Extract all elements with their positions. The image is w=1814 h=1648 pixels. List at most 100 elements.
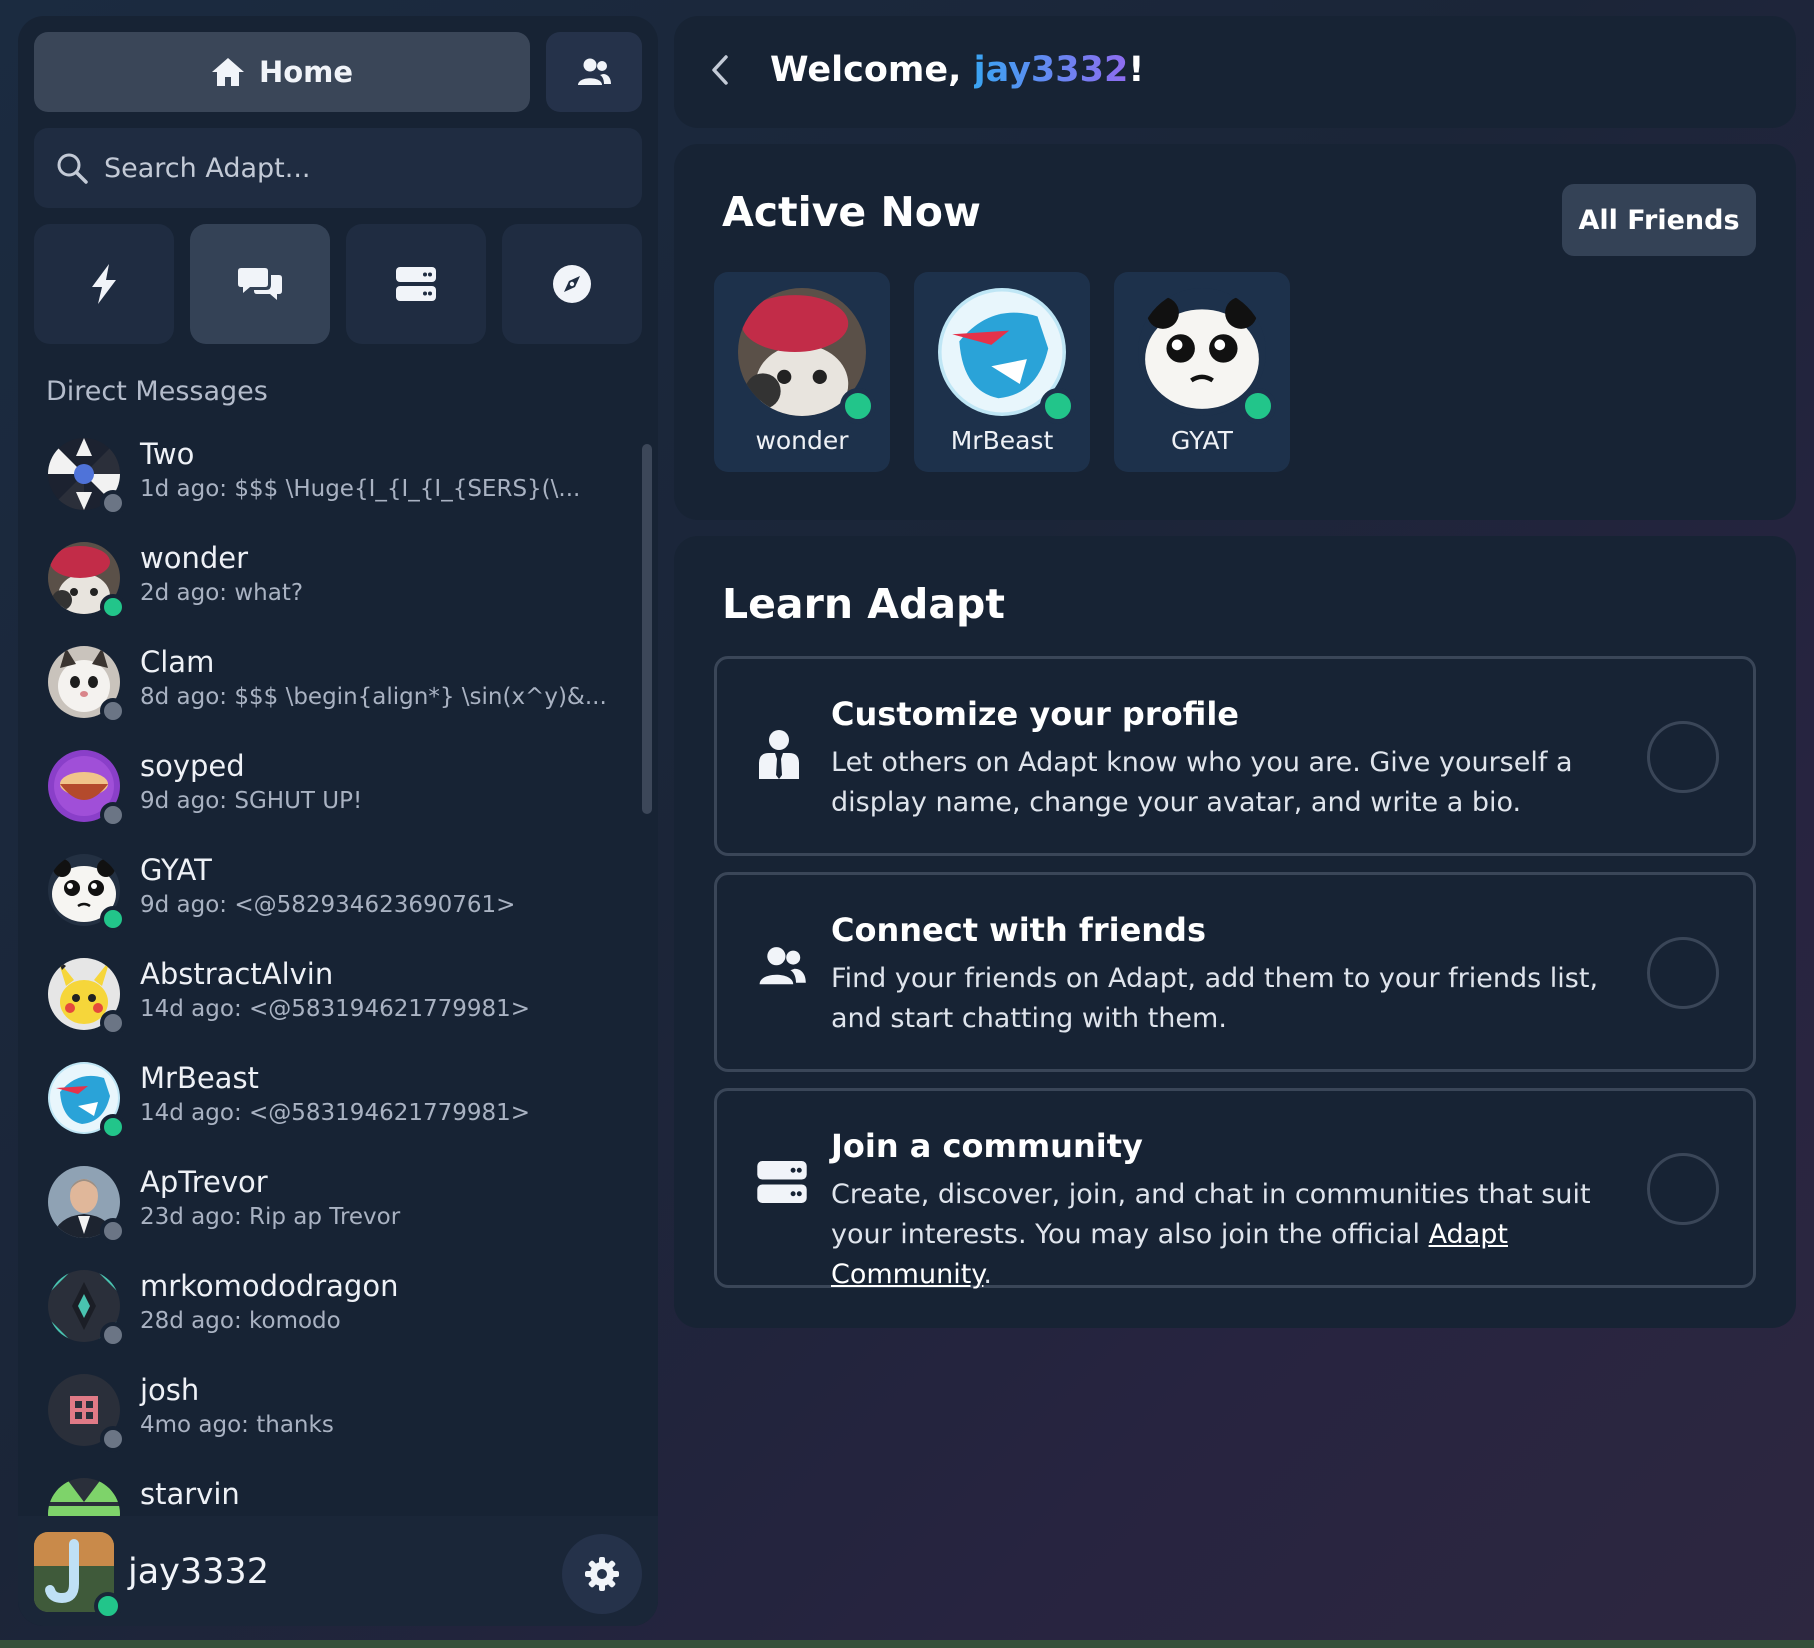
- task-checkbox[interactable]: [1647, 937, 1719, 1009]
- task-title: Customize your profile: [831, 695, 1239, 733]
- status-online-dot: [1040, 388, 1076, 424]
- home-icon: [211, 58, 244, 86]
- friend-name: wonder: [755, 426, 849, 455]
- search-icon: [57, 153, 88, 184]
- dm-item-aptrevor[interactable]: ApTrevor 23d ago: Rip ap Trevor: [18, 1164, 638, 1268]
- dm-name: GYAT: [140, 853, 212, 887]
- users-icon: [759, 947, 806, 985]
- active-friend-card-wonder[interactable]: wonder: [714, 272, 890, 472]
- dm-name: starvin: [140, 1477, 240, 1511]
- window-bottom-edge: [0, 1640, 1814, 1648]
- active-now-title: Active Now: [722, 188, 981, 236]
- search-bar[interactable]: [34, 128, 642, 208]
- status-offline-dot: [100, 1426, 126, 1452]
- task-title: Join a community: [831, 1127, 1143, 1165]
- dm-item-abstractalvin[interactable]: AbstractAlvin 14d ago: <@583194621779981…: [18, 956, 638, 1060]
- welcome-suffix: !: [1128, 50, 1145, 90]
- dm-preview: 14d ago: <@583194621779981>: [140, 1100, 531, 1126]
- dm-item-soyped[interactable]: soyped 9d ago: SGHUT UP!: [18, 748, 638, 852]
- sidebar: Home Search Adapt... Direct Messages Two…: [18, 16, 658, 1626]
- server-icon: [757, 1161, 807, 1203]
- dm-item-wonder[interactable]: wonder 2d ago: what?: [18, 540, 638, 644]
- status-offline-dot: [100, 698, 126, 724]
- status-offline-dot: [100, 1322, 126, 1348]
- gear-icon: [585, 1557, 619, 1591]
- friend-name: MrBeast: [950, 426, 1054, 455]
- server-icon: [396, 267, 436, 301]
- search-input[interactable]: [104, 152, 604, 184]
- status-offline-dot: [100, 1010, 126, 1036]
- dm-name: josh: [140, 1373, 200, 1407]
- status-online-dot: [1240, 388, 1276, 424]
- dm-item-clam[interactable]: Clam 8d ago: $$$ \begin{align*} \sin(x^y…: [18, 644, 638, 748]
- dm-name: Two: [140, 437, 195, 471]
- status-offline-dot: [100, 802, 126, 828]
- task-customize-profile[interactable]: Customize your profile Let others on Ada…: [714, 656, 1756, 856]
- task-description: Let others on Adapt know who you are. Gi…: [831, 747, 1573, 818]
- status-online-dot: [100, 1114, 126, 1140]
- dm-item-two[interactable]: Two 1d ago: $$$ \Huge{I_{I_{I_{SERS}(\..…: [18, 436, 638, 540]
- welcome-username: jay3332: [973, 50, 1129, 90]
- task-description: Find your friends on Adapt, add them to …: [831, 963, 1599, 1034]
- dm-name: MrBeast: [140, 1061, 259, 1095]
- task-checkbox[interactable]: [1647, 721, 1719, 793]
- nav-discover-button[interactable]: [502, 224, 642, 344]
- dm-preview: 1d ago: $$$ \Huge{I_{I_{I_{SERS}(\...: [140, 476, 581, 502]
- nav-messages-button[interactable]: [190, 224, 330, 344]
- status-online-dot: [100, 906, 126, 932]
- dm-list-scrollbar[interactable]: [642, 444, 652, 814]
- dm-preview: 8d ago: $$$ \begin{align*} \sin(x^y)&...: [140, 684, 607, 710]
- home-button[interactable]: Home: [34, 32, 530, 112]
- user-profile-icon: [759, 730, 799, 779]
- dm-preview: 9d ago: <@582934623690761>: [140, 892, 516, 918]
- back-button[interactable]: [710, 54, 730, 90]
- dm-name: ApTrevor: [140, 1165, 268, 1199]
- status-online-dot: [100, 594, 126, 620]
- friend-name: GYAT: [1171, 426, 1233, 455]
- dm-name: soyped: [140, 749, 245, 783]
- dm-name: wonder: [140, 541, 249, 575]
- friends-button[interactable]: [546, 32, 642, 112]
- dm-name: Clam: [140, 645, 215, 679]
- active-now-panel: Active Now All Friends wonder MrBeast GY…: [674, 144, 1796, 520]
- learn-adapt-title: Learn Adapt: [722, 580, 1005, 628]
- bolt-icon: [92, 264, 116, 304]
- task-join-community[interactable]: Join a community Create, discover, join,…: [714, 1088, 1756, 1290]
- task-title: Connect with friends: [831, 911, 1206, 949]
- dm-name: AbstractAlvin: [140, 957, 334, 991]
- dm-item-mrkomododragon[interactable]: mrkomododragon 28d ago: komodo: [18, 1268, 638, 1372]
- dm-preview: 2d ago: what?: [140, 580, 304, 606]
- status-online-dot: [94, 1592, 122, 1620]
- direct-messages-heading: Direct Messages: [46, 376, 268, 407]
- dm-item-josh[interactable]: josh 4mo ago: thanks: [18, 1372, 638, 1476]
- task-checkbox[interactable]: [1647, 1153, 1719, 1225]
- nav-communities-button[interactable]: [346, 224, 486, 344]
- current-user-bar: jay3332: [18, 1516, 658, 1626]
- task-description: Create, discover, join, and chat in comm…: [831, 1175, 1631, 1295]
- task-connect-friends[interactable]: Connect with friends Find your friends o…: [714, 872, 1756, 1072]
- dm-item-mrbeast[interactable]: MrBeast 14d ago: <@583194621779981>: [18, 1060, 638, 1164]
- dm-preview: 23d ago: Rip ap Trevor: [140, 1204, 401, 1230]
- dm-preview: 14d ago: <@583194621779981>: [140, 996, 531, 1022]
- all-friends-button[interactable]: All Friends: [1562, 184, 1756, 256]
- dm-list: Two 1d ago: $$$ \Huge{I_{I_{I_{SERS}(\..…: [18, 436, 638, 1531]
- status-offline-dot: [100, 490, 126, 516]
- active-friend-card-mrbeast[interactable]: MrBeast: [914, 272, 1090, 472]
- status-offline-dot: [100, 1218, 126, 1244]
- nav-row: [34, 224, 642, 344]
- learn-adapt-panel: Learn Adapt Customize your profile Let o…: [674, 536, 1796, 1328]
- nav-activity-button[interactable]: [34, 224, 174, 344]
- users-icon: [578, 58, 611, 85]
- task-description-end: .: [983, 1259, 993, 1290]
- chat-bubbles-icon: [238, 268, 282, 300]
- current-username: jay3332: [128, 1552, 269, 1592]
- dm-preview: 9d ago: SGHUT UP!: [140, 788, 363, 814]
- compass-icon: [553, 265, 591, 303]
- dm-preview: 4mo ago: thanks: [140, 1412, 334, 1438]
- status-online-dot: [840, 388, 876, 424]
- settings-button[interactable]: [562, 1534, 642, 1614]
- dm-item-gyat[interactable]: GYAT 9d ago: <@582934623690761>: [18, 852, 638, 956]
- active-friend-card-gyat[interactable]: GYAT: [1114, 272, 1290, 472]
- welcome-heading: Welcome, jay3332!: [770, 50, 1144, 90]
- chevron-left-icon: [712, 55, 728, 85]
